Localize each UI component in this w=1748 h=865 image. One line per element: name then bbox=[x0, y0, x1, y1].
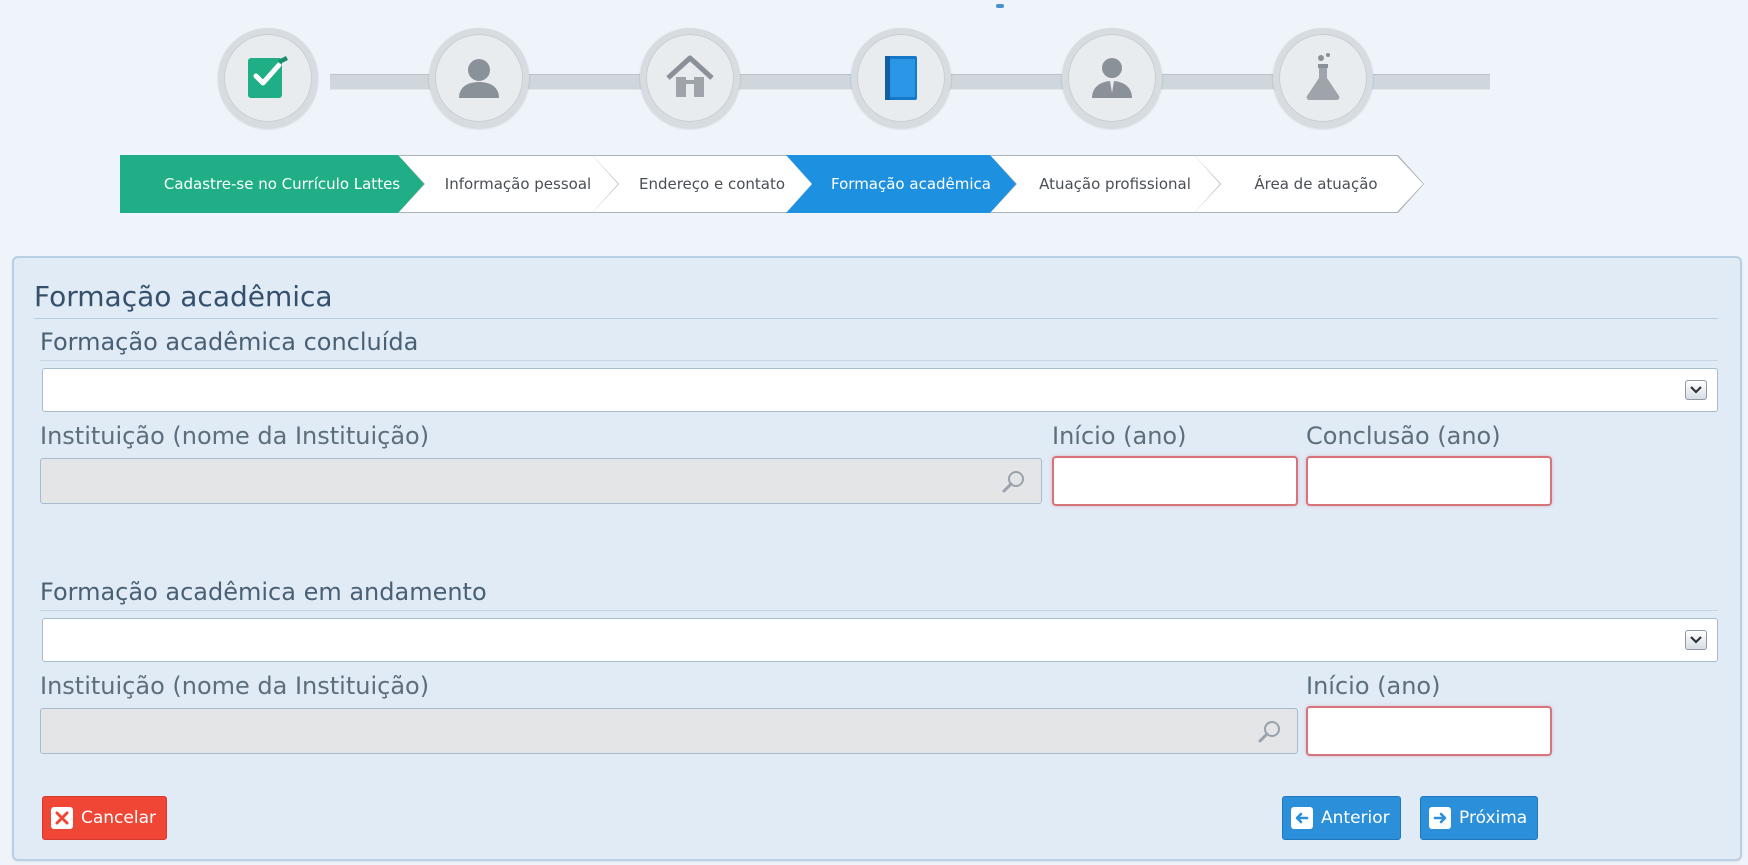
in-progress-section-title: Formação acadêmica em andamento bbox=[40, 578, 487, 606]
edit-document-icon bbox=[248, 56, 288, 98]
divider bbox=[40, 360, 1718, 361]
close-icon bbox=[51, 807, 73, 829]
chevron-down-icon[interactable] bbox=[1685, 380, 1707, 400]
flask-icon bbox=[1306, 53, 1340, 100]
step-6-circle[interactable] bbox=[1273, 28, 1373, 128]
crumb-label: Endereço e contato bbox=[638, 175, 786, 193]
crumb-label: Formação acadêmica bbox=[831, 175, 991, 193]
book-icon bbox=[885, 56, 917, 100]
search-icon[interactable] bbox=[1257, 719, 1283, 745]
in-progress-degree-select[interactable] bbox=[42, 618, 1718, 662]
in-progress-start-label: Início (ano) bbox=[1306, 672, 1441, 700]
crumb-label: Área de atuação bbox=[1254, 175, 1378, 193]
step-5-circle[interactable] bbox=[1062, 28, 1162, 128]
previous-button[interactable]: Anterior bbox=[1282, 796, 1401, 840]
completed-start-year-input[interactable] bbox=[1052, 456, 1298, 506]
arrow-right-icon bbox=[1429, 807, 1451, 829]
step-3-circle[interactable] bbox=[640, 28, 740, 128]
chevron-down-icon[interactable] bbox=[1685, 630, 1707, 650]
next-button[interactable]: Próxima bbox=[1420, 796, 1539, 840]
crumb-formacao-academica[interactable]: Formação acadêmica bbox=[786, 155, 1022, 213]
businessman-icon bbox=[1092, 58, 1132, 98]
crumb-endereco-contato[interactable]: Endereço e contato bbox=[592, 155, 818, 213]
arrow-left-icon bbox=[1291, 807, 1313, 829]
in-progress-start-year-input[interactable] bbox=[1306, 706, 1552, 756]
progress-stepper bbox=[0, 0, 1748, 140]
in-progress-institution-label: Instituição (nome da Instituição) bbox=[40, 672, 430, 700]
completed-end-year-input[interactable] bbox=[1306, 456, 1552, 506]
crumb-label: Atuação profissional bbox=[1039, 175, 1191, 193]
in-progress-institution-field[interactable] bbox=[40, 708, 1298, 754]
completed-section-title: Formação acadêmica concluída bbox=[40, 328, 419, 356]
crumb-label: Cadastre-se no Currículo Lattes bbox=[163, 175, 401, 193]
cancel-button[interactable]: Cancelar bbox=[42, 796, 167, 840]
cancel-button-label: Cancelar bbox=[81, 808, 156, 828]
previous-button-label: Anterior bbox=[1321, 808, 1390, 828]
completed-degree-select[interactable] bbox=[42, 368, 1718, 412]
person-icon bbox=[459, 59, 499, 98]
step-4-circle[interactable] bbox=[851, 28, 951, 128]
house-icon bbox=[666, 55, 714, 97]
step-2-circle[interactable] bbox=[429, 28, 529, 128]
form-panel: Formação acadêmica Formação acadêmica co… bbox=[12, 256, 1742, 861]
completed-start-label: Início (ano) bbox=[1052, 422, 1187, 450]
crumb-cadastre-se[interactable]: Cadastre-se no Currículo Lattes bbox=[120, 155, 430, 213]
divider bbox=[34, 318, 1718, 319]
next-button-label: Próxima bbox=[1459, 808, 1528, 828]
divider bbox=[40, 610, 1718, 611]
crumb-informacao-pessoal[interactable]: Informação pessoal bbox=[398, 155, 624, 213]
crumb-atuacao-profissional[interactable]: Atuação profissional bbox=[990, 155, 1226, 213]
crumb-area-atuacao[interactable]: Área de atuação bbox=[1194, 155, 1424, 213]
completed-institution-label: Instituição (nome da Instituição) bbox=[40, 422, 430, 450]
crumb-label: Informação pessoal bbox=[444, 175, 592, 193]
search-icon[interactable] bbox=[1001, 469, 1027, 495]
step-1-circle[interactable] bbox=[218, 28, 318, 128]
page-title: Formação acadêmica bbox=[34, 280, 333, 313]
completed-institution-field[interactable] bbox=[40, 458, 1042, 504]
completed-end-label: Conclusão (ano) bbox=[1306, 422, 1501, 450]
